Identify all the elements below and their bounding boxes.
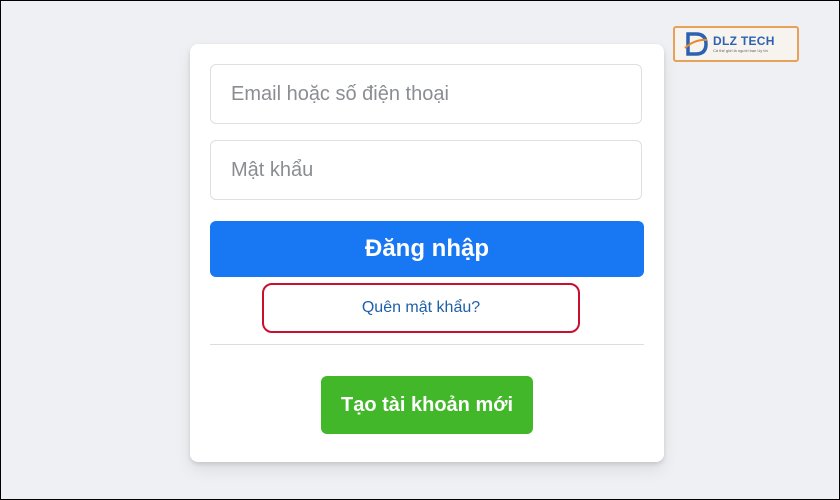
screenshot-frame: DLZ TECH Cả thế giới là người bạn Uy tín… <box>0 0 840 500</box>
login-card: Đăng nhập Quên mật khẩu? Tạo tài khoản m… <box>190 44 664 462</box>
dlz-tech-logo: DLZ TECH Cả thế giới là người bạn Uy tín <box>673 26 799 62</box>
login-button-label: Đăng nhập <box>365 235 489 262</box>
divider <box>210 344 644 345</box>
email-input[interactable] <box>211 65 641 123</box>
logo-tagline: Cả thế giới là người bạn Uy tín <box>713 48 768 53</box>
logo-text: DLZ TECH Cả thế giới là người bạn Uy tín <box>713 34 775 54</box>
password-input[interactable] <box>211 141 641 199</box>
email-field[interactable] <box>210 64 642 124</box>
create-account-button[interactable]: Tạo tài khoản mới <box>321 376 533 434</box>
logo-title: DLZ TECH <box>713 34 775 48</box>
create-account-label: Tạo tài khoản mới <box>340 393 514 416</box>
password-field[interactable] <box>210 140 642 200</box>
forgot-password-highlight: Quên mật khẩu? <box>262 283 580 333</box>
login-button[interactable]: Đăng nhập <box>210 221 644 277</box>
dlz-tech-logo-icon <box>683 31 709 57</box>
forgot-password-link[interactable]: Quên mật khẩu? <box>362 299 480 317</box>
